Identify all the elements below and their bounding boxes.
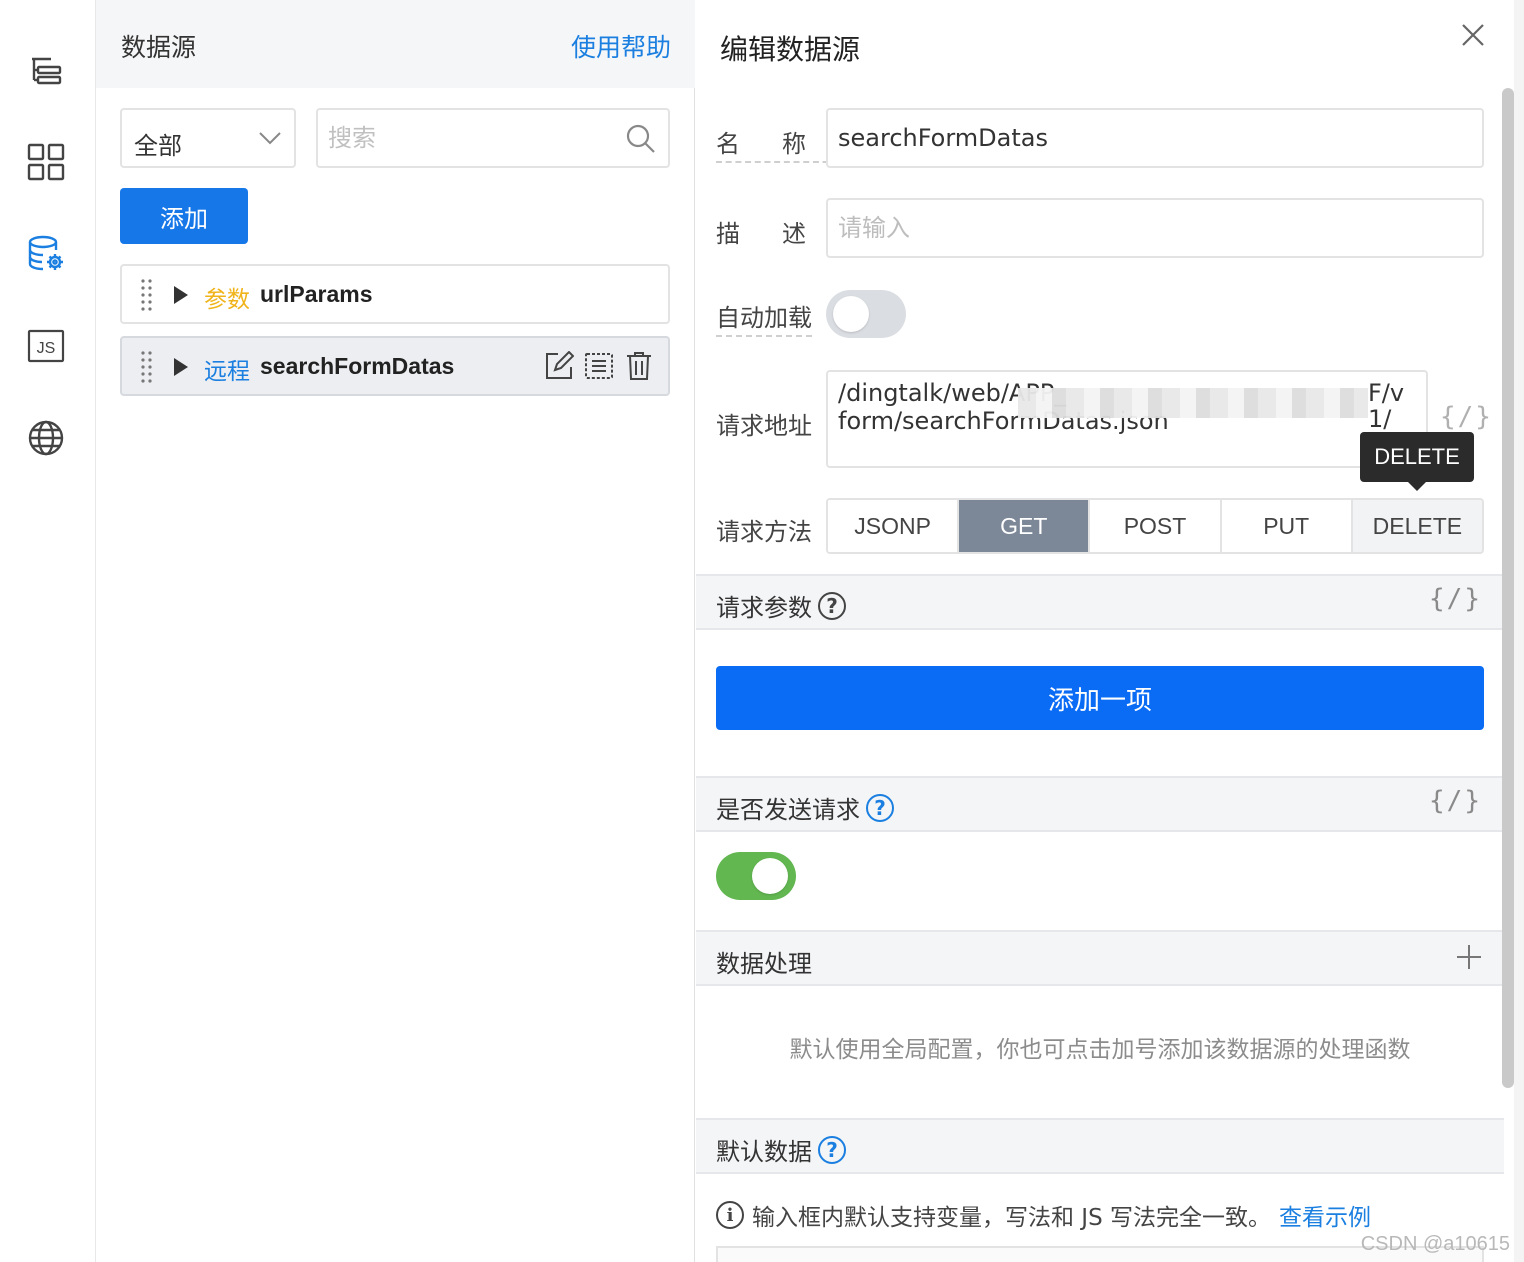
panel-title: 数据源	[121, 33, 197, 62]
chevron-down-icon	[258, 130, 282, 151]
section-title: 默认数据 ?	[716, 1132, 846, 1167]
datasource-type-tag: 参数	[204, 287, 250, 313]
help-icon[interactable]: ?	[866, 793, 894, 822]
method-tooltip: DELETE	[1360, 432, 1474, 491]
params-code-toggle-icon[interactable]: {/}	[1429, 584, 1482, 614]
data-processing-section: 数据处理	[696, 930, 1504, 986]
toggle-knob	[752, 858, 788, 894]
datasource-item-urlparams[interactable]: 参数 urlParams	[120, 264, 670, 324]
datasource-panel: 数据源 使用帮助 全部 添加 参数 urlParams 远程 searchFor…	[96, 0, 695, 1262]
datasource-item-searchformdatas[interactable]: 远程 searchFormDatas	[120, 336, 670, 396]
watermark: CSDN @a10615	[1360, 1233, 1510, 1255]
datasource-type-tag: 远程	[204, 359, 250, 385]
section-title: 是否发送请求 ?	[716, 790, 894, 825]
svg-text:JS: JS	[37, 340, 56, 357]
name-input[interactable]	[826, 108, 1484, 168]
url-line-1-end: F/v1/	[1368, 379, 1405, 433]
datasource-name: urlParams	[260, 281, 373, 307]
right-edge-strip	[1514, 0, 1524, 1262]
datasource-panel-header: 数据源 使用帮助	[96, 0, 695, 88]
request-params-title: 请求参数	[716, 594, 812, 622]
send-request-toggle[interactable]	[716, 852, 796, 900]
editor-title: 编辑数据源	[720, 33, 861, 66]
send-request-section: 是否发送请求 ? {/}	[696, 776, 1504, 832]
view-example-link[interactable]: 查看示例	[1279, 1198, 1371, 1232]
section-title: 请求参数 ?	[716, 588, 846, 623]
search-field[interactable]	[316, 108, 670, 168]
default-data-hint: 输入框内默认支持变量，写法和 JS 写法完全一致。	[752, 1205, 1272, 1231]
request-url-input[interactable]: /dingtalk/web/APP_ F/v1/ form/searchForm…	[826, 370, 1428, 468]
edit-icon[interactable]	[544, 350, 574, 382]
datasource-name: searchFormDatas	[260, 353, 455, 379]
method-delete[interactable]: DELETE	[1352, 500, 1482, 552]
method-get[interactable]: GET	[959, 500, 1091, 552]
default-data-section: 默认数据 ?	[696, 1118, 1504, 1174]
delete-icon[interactable]	[624, 350, 654, 382]
close-icon[interactable]	[1462, 24, 1484, 51]
type-filter-value: 全部	[134, 132, 182, 160]
autoload-toggle[interactable]	[826, 290, 906, 338]
toggle-knob	[833, 296, 869, 332]
globe-icon[interactable]	[24, 416, 68, 460]
expand-caret-icon[interactable]	[174, 286, 188, 304]
request-params-section: 请求参数 ? {/}	[696, 574, 1504, 630]
components-icon[interactable]	[24, 140, 68, 184]
method-put[interactable]: PUT	[1221, 500, 1353, 552]
autoload-label: 自动加载	[716, 298, 812, 337]
edit-datasource-panel: 编辑数据源 名称 描述 自动加载 请求地址 /dingtalk/web/APP_…	[696, 0, 1524, 1262]
icon-rail: JS	[0, 0, 96, 1262]
js-icon[interactable]: JS	[24, 324, 68, 368]
request-method-label: 请求方法	[716, 518, 812, 546]
url-code-toggle-icon[interactable]: {/}	[1440, 402, 1493, 432]
expand-caret-icon[interactable]	[174, 358, 188, 376]
send-code-toggle-icon[interactable]: {/}	[1429, 786, 1482, 816]
default-data-info: i 输入框内默认支持变量，写法和 JS 写法完全一致。 查看示例	[716, 1198, 1371, 1232]
add-param-button[interactable]: 添加一项	[716, 666, 1484, 730]
drag-handle-icon[interactable]	[140, 350, 154, 389]
type-filter-select[interactable]: 全部	[120, 108, 296, 168]
item-actions	[544, 350, 654, 382]
method-post[interactable]: POST	[1090, 500, 1222, 552]
send-request-title: 是否发送请求	[716, 796, 860, 824]
data-processing-hint: 默认使用全局配置，你也可点击加号添加该数据源的处理函数	[789, 1037, 1411, 1063]
editor-scrollbar[interactable]	[1502, 88, 1514, 1088]
description-input[interactable]	[826, 198, 1484, 258]
default-data-title: 默认数据	[716, 1138, 812, 1166]
help-icon[interactable]: ?	[818, 1135, 846, 1164]
copy-list-icon[interactable]	[584, 350, 614, 382]
search-input[interactable]	[328, 120, 618, 156]
datasource-icon[interactable]	[24, 232, 68, 276]
method-jsonp[interactable]: JSONP	[828, 500, 960, 552]
help-link[interactable]: 使用帮助	[571, 28, 671, 64]
request-url-label: 请求地址	[716, 412, 812, 440]
plus-icon[interactable]	[1456, 940, 1482, 979]
search-icon[interactable]	[626, 124, 656, 159]
add-datasource-button[interactable]: 添加	[120, 188, 248, 244]
method-radio-group: JSONP GET POST PUT DELETE	[826, 498, 1484, 554]
drag-handle-icon[interactable]	[140, 278, 154, 317]
info-icon: i	[716, 1201, 744, 1229]
outline-icon[interactable]	[24, 48, 68, 92]
redacted-mask	[1018, 388, 1368, 418]
help-icon[interactable]: ?	[818, 591, 846, 620]
data-processing-title: 数据处理	[716, 950, 812, 978]
